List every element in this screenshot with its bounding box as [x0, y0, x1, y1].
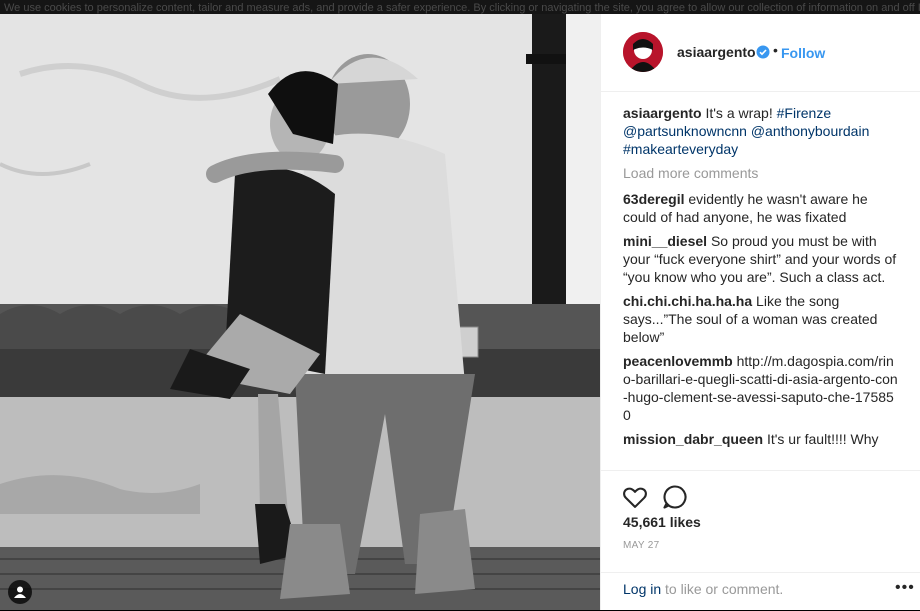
hashtag-link[interactable]: #makearteveryday: [623, 141, 738, 157]
post-photo[interactable]: [0, 14, 600, 610]
more-options-icon[interactable]: •••: [895, 579, 915, 597]
post-details-panel: asiaargento • Follow asiaargento It's a …: [600, 14, 920, 610]
comment-username[interactable]: mission_dabr_queen: [623, 431, 763, 447]
post-footer: Log in to like or comment. •••: [601, 572, 920, 611]
caption: asiaargento It's a wrap! #Firenze @parts…: [623, 104, 901, 158]
comment-item: mini__diesel So proud you must be with y…: [623, 232, 901, 286]
avatar[interactable]: [623, 32, 663, 72]
login-prompt: Log in to like or comment.: [623, 581, 783, 597]
comment-item: 63deregil evidently he wasn't aware he c…: [623, 190, 901, 226]
comment-text: It's ur fault!!!! Why: [766, 431, 879, 447]
comment-item: mission_dabr_queen It's ur fault!!!! Why: [623, 430, 901, 448]
user-tag-icon[interactable]: [8, 580, 32, 604]
post-header: asiaargento • Follow: [601, 14, 920, 92]
mention-link[interactable]: @partsunknowncnn: [623, 123, 747, 139]
comment-username[interactable]: mini__diesel: [623, 233, 707, 249]
caption-text: It's a wrap!: [705, 105, 773, 121]
separator-dot: •: [773, 42, 778, 58]
verified-badge-icon: [756, 45, 770, 59]
comment-item: peacenlovemmb http://m.dagospia.com/rino…: [623, 352, 901, 424]
speech-bubble-icon[interactable]: [661, 483, 689, 511]
username[interactable]: asiaargento: [677, 44, 756, 60]
hashtag-link[interactable]: #Firenze: [777, 105, 831, 121]
follow-button[interactable]: Follow: [781, 45, 825, 61]
likes-count[interactable]: 45,661 likes: [623, 514, 701, 530]
post-date[interactable]: MAY 27: [623, 540, 659, 551]
login-link[interactable]: Log in: [623, 581, 661, 597]
comment-item: chi.chi.chi.ha.ha.ha Like the song says.…: [623, 292, 901, 346]
comment-username[interactable]: 63deregil: [623, 191, 684, 207]
caption-username[interactable]: asiaargento: [623, 105, 702, 121]
load-more-comments[interactable]: Load more comments: [623, 164, 901, 182]
comment-username[interactable]: peacenlovemmb: [623, 353, 733, 369]
comments-list[interactable]: asiaargento It's a wrap! #Firenze @parts…: [623, 104, 901, 470]
mention-link[interactable]: @anthonybourdain: [751, 123, 870, 139]
post-image: [0, 14, 600, 610]
comment-username[interactable]: chi.chi.chi.ha.ha.ha: [623, 293, 752, 309]
heart-icon[interactable]: [621, 483, 649, 511]
post-actions: [601, 470, 920, 509]
login-prompt-text: to like or comment.: [661, 581, 784, 597]
